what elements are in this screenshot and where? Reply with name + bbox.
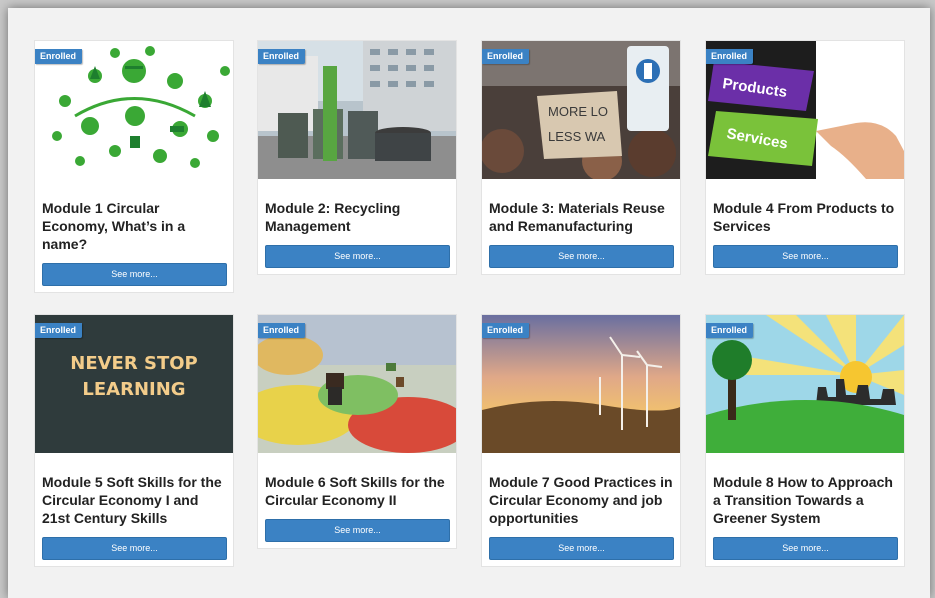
enrolled-badge: Enrolled xyxy=(482,323,530,338)
enrolled-badge: Enrolled xyxy=(706,323,754,338)
module-card-1[interactable]: Enrolled Module 1 Circular Economy, What… xyxy=(34,40,234,293)
module-title[interactable]: Module 2: Recycling Management xyxy=(265,199,450,235)
sign-text-line-2: LESS WA xyxy=(548,129,606,144)
module-card-8[interactable]: Enrolled Module 8 How to Approach a Tran… xyxy=(705,314,905,567)
module-card-5[interactable]: NEVER STOP LEARNING Enrolled Module 5 So… xyxy=(34,314,234,567)
board-text-line-1: NEVER STOP xyxy=(70,353,197,374)
module-title[interactable]: Module 8 How to Approach a Transition To… xyxy=(713,473,898,527)
module-card-2[interactable]: Enrolled Module 2: Recycling Management … xyxy=(257,40,457,275)
module-title[interactable]: Module 4 From Products to Services xyxy=(713,199,898,235)
see-more-button[interactable]: See more... xyxy=(489,537,674,560)
board-text-line-2: LEARNING xyxy=(82,379,185,400)
course-grid: Enrolled Module 1 Circular Economy, What… xyxy=(8,8,930,598)
recycling-bins-image: Enrolled xyxy=(258,41,456,179)
see-more-button[interactable]: See more... xyxy=(265,519,450,542)
module-title[interactable]: Module 7 Good Practices in Circular Econ… xyxy=(489,473,674,527)
enrolled-badge: Enrolled xyxy=(35,323,83,338)
enrolled-badge: Enrolled xyxy=(258,323,306,338)
chalkboard-image: NEVER STOP LEARNING Enrolled xyxy=(35,315,233,453)
module-card-7[interactable]: Enrolled Module 7 Good Practices in Circ… xyxy=(481,314,681,567)
module-card-3[interactable]: MORE LO LESS WA Enrolled Module 3: Mater… xyxy=(481,40,681,275)
see-more-button[interactable]: See more... xyxy=(489,245,674,268)
sign-text-line-1: MORE LO xyxy=(548,104,608,119)
protest-sign-image: MORE LO LESS WA Enrolled xyxy=(482,41,680,179)
keyboard-keys-image: Products Services Enrolled xyxy=(706,41,904,179)
circular-economy-image: Enrolled xyxy=(35,41,233,179)
enrolled-badge: Enrolled xyxy=(258,49,306,64)
module-card-4[interactable]: Products Services Enrolled Module 4 From… xyxy=(705,40,905,275)
see-more-button[interactable]: See more... xyxy=(42,537,227,560)
green-city-image: Enrolled xyxy=(706,315,904,453)
module-title[interactable]: Module 1 Circular Economy, What’s in a n… xyxy=(42,199,227,253)
module-title[interactable]: Module 6 Soft Skills for the Circular Ec… xyxy=(265,473,450,509)
see-more-button[interactable]: See more... xyxy=(713,245,898,268)
module-card-6[interactable]: Enrolled Module 6 Soft Skills for the Ci… xyxy=(257,314,457,549)
wind-turbines-image: Enrolled xyxy=(482,315,680,453)
enrolled-badge: Enrolled xyxy=(35,49,83,64)
game-pieces-image: Enrolled xyxy=(258,315,456,453)
see-more-button[interactable]: See more... xyxy=(265,245,450,268)
enrolled-badge: Enrolled xyxy=(706,49,754,64)
see-more-button[interactable]: See more... xyxy=(42,263,227,286)
enrolled-badge: Enrolled xyxy=(482,49,530,64)
see-more-button[interactable]: See more... xyxy=(713,537,898,560)
module-title[interactable]: Module 3: Materials Reuse and Remanufact… xyxy=(489,199,674,235)
module-title[interactable]: Module 5 Soft Skills for the Circular Ec… xyxy=(42,473,227,527)
